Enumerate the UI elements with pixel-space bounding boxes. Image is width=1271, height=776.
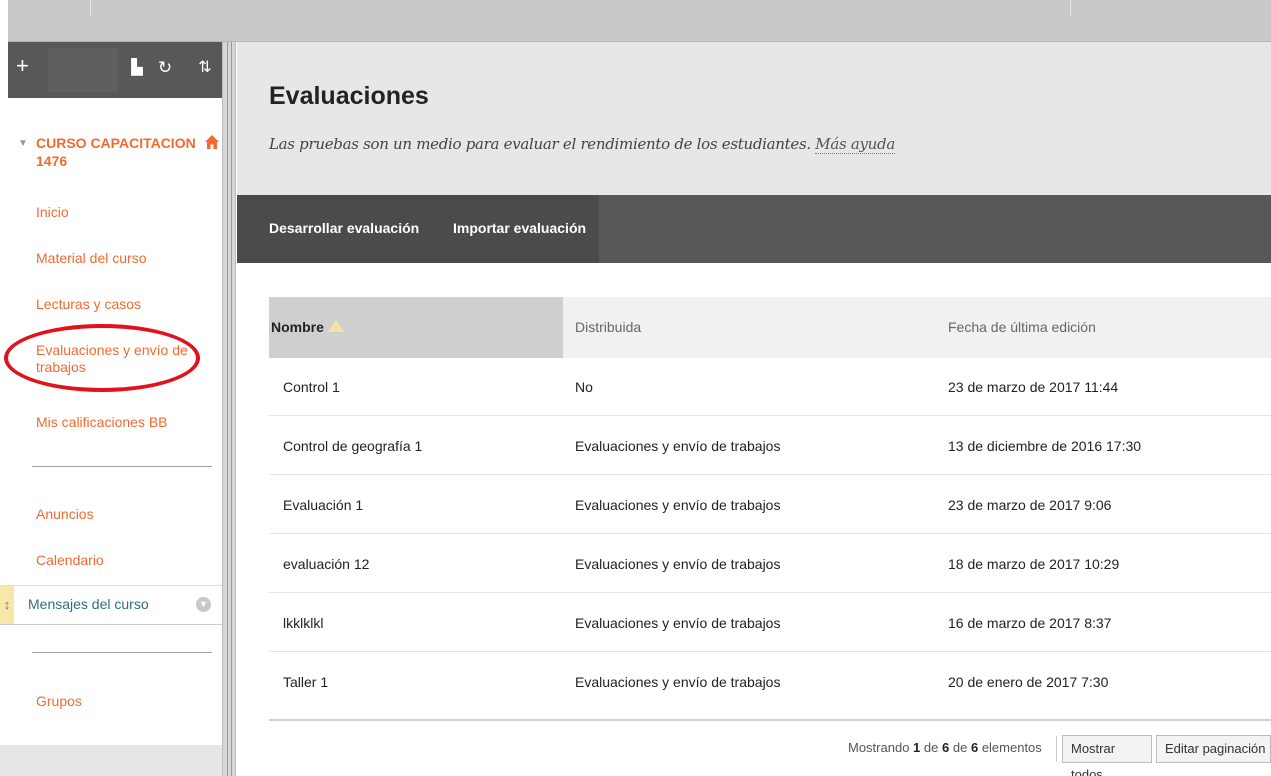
banner-divider — [1070, 0, 1071, 16]
sidebar-item-lecturas[interactable]: Lecturas y casos — [36, 296, 206, 313]
column-header-label: Nombre — [271, 319, 324, 335]
test-date: 23 de marzo de 2017 11:44 — [948, 379, 1119, 395]
build-test-button[interactable]: Desarrollar evaluación — [269, 220, 419, 236]
top-strip — [0, 0, 1271, 42]
table-bottom-border — [269, 719, 1271, 721]
reorder-icon[interactable]: ⇅ — [195, 56, 215, 80]
page-header: Evaluaciones Las pruebas son un medio pa… — [237, 42, 1271, 195]
test-distributed: Evaluaciones y envío de trabajos — [575, 556, 781, 572]
count-from: 1 — [913, 740, 921, 755]
home-icon[interactable] — [204, 134, 220, 150]
pagination-bar: Mostrando 1 de 6 de 6 elementos Mostrar … — [269, 734, 1271, 776]
test-name[interactable]: lkklklkl — [283, 594, 323, 652]
item-count: Mostrando 1 de 6 de 6 elementos — [848, 740, 1042, 755]
test-date: 13 de diciembre de 2016 17:30 — [948, 438, 1142, 454]
sidebar-item-calificaciones[interactable]: Mis calificaciones BB — [36, 414, 206, 431]
sidebar-item-label[interactable]: Mensajes del curso — [28, 596, 149, 612]
sidebar-item-anuncios[interactable]: Anuncios — [36, 506, 206, 523]
column-header-name[interactable]: Nombre — [269, 297, 563, 358]
import-test-button[interactable]: Importar evaluación — [453, 220, 586, 236]
table-header: Nombre Distribuida Fecha de última edici… — [269, 297, 1271, 358]
sidebar-footer — [0, 745, 222, 776]
test-distributed: Evaluaciones y envío de trabajos — [575, 615, 781, 631]
test-name[interactable]: evaluación 12 — [283, 535, 369, 593]
action-bar: Desarrollar evaluación Importar evaluaci… — [237, 195, 1271, 263]
menu-divider — [32, 466, 212, 467]
count-to: 6 — [942, 740, 950, 755]
collapse-caret-icon[interactable]: ▼ — [18, 138, 28, 149]
test-name[interactable]: Taller 1 — [283, 653, 328, 711]
table-row[interactable]: lkklklkl Evaluaciones y envío de trabajo… — [269, 594, 1271, 652]
page-title: Evaluaciones — [269, 82, 429, 110]
help-link[interactable]: Más ayuda — [815, 135, 895, 154]
count-of: de — [952, 740, 968, 755]
menu-splitter[interactable] — [222, 42, 236, 776]
menu-divider — [32, 652, 212, 653]
test-date: 16 de marzo de 2017 8:37 — [948, 615, 1112, 631]
action-bar-buttons: Desarrollar evaluación Importar evaluaci… — [237, 195, 599, 263]
add-menu-item-icon[interactable]: + — [16, 54, 29, 78]
edit-paging-button[interactable]: Editar paginación ... — [1156, 735, 1271, 763]
test-distributed: Evaluaciones y envío de trabajos — [575, 497, 781, 513]
table-row[interactable]: Evaluación 1 Evaluaciones y envío de tra… — [269, 476, 1271, 534]
drag-handle-icon[interactable]: ↕ — [0, 586, 14, 624]
course-title[interactable]: CURSO CAPACITACION 1476 — [36, 134, 196, 170]
count-total: 6 — [970, 740, 979, 755]
description-text: Las pruebas son un medio para evaluar el… — [269, 135, 811, 153]
table-row[interactable]: Control 1 No 23 de marzo de 2017 11:44 — [269, 358, 1271, 416]
refresh-icon[interactable]: ↻ — [155, 56, 175, 80]
test-date: 20 de enero de 2017 7:30 — [948, 674, 1109, 690]
test-name[interactable]: Control de geografía 1 — [283, 417, 422, 475]
toolbar-placeholder — [48, 48, 118, 92]
sort-ascending-icon — [327, 320, 344, 333]
sidebar-item-inicio[interactable]: Inicio — [36, 204, 206, 221]
banner-divider — [90, 0, 91, 16]
test-name[interactable]: Control 1 — [283, 358, 340, 416]
test-distributed: No — [575, 379, 593, 395]
pagination-divider — [1056, 736, 1057, 762]
table-row[interactable]: Control de geografía 1 Evaluaciones y en… — [269, 417, 1271, 475]
show-all-button[interactable]: Mostrar todos — [1062, 735, 1152, 776]
chevron-down-icon[interactable]: ▼ — [196, 597, 211, 612]
count-of: de — [923, 740, 939, 755]
column-header-date[interactable]: Fecha de última edición — [948, 297, 1096, 358]
test-distributed: Evaluaciones y envío de trabajos — [575, 674, 781, 690]
page-description: Las pruebas son un medio para evaluar el… — [269, 135, 895, 154]
sidebar-item-material[interactable]: Material del curso — [36, 250, 206, 267]
sidebar-item-grupos[interactable]: Grupos — [36, 693, 206, 710]
table-row[interactable]: Taller 1 Evaluaciones y envío de trabajo… — [269, 653, 1271, 711]
course-menu: + ▙ ↻ ⇅ ▼ CURSO CAPACITACION 1476 Inicio… — [8, 42, 222, 776]
table-row[interactable]: evaluación 12 Evaluaciones y envío de tr… — [269, 535, 1271, 593]
highlight-circle — [4, 324, 200, 392]
test-distributed: Evaluaciones y envío de trabajos — [575, 438, 781, 454]
test-date: 18 de marzo de 2017 10:29 — [948, 556, 1120, 572]
count-prefix: Mostrando — [848, 740, 910, 755]
sidebar-item-mensajes[interactable]: ↕ Mensajes del curso ▼ — [0, 585, 222, 625]
top-banner — [8, 0, 1271, 42]
splitter-grip[interactable] — [227, 42, 232, 776]
folder-view-icon[interactable]: ▙ — [126, 56, 148, 80]
course-menu-toolbar: + ▙ ↻ ⇅ — [8, 42, 222, 98]
test-date: 23 de marzo de 2017 9:06 — [948, 497, 1112, 513]
test-name[interactable]: Evaluación 1 — [283, 476, 363, 534]
column-header-distributed[interactable]: Distribuida — [575, 297, 641, 358]
main-content: Evaluaciones Las pruebas son un medio pa… — [237, 42, 1271, 776]
count-suffix: elementos — [981, 740, 1042, 755]
sidebar-item-calendario[interactable]: Calendario — [36, 552, 206, 569]
